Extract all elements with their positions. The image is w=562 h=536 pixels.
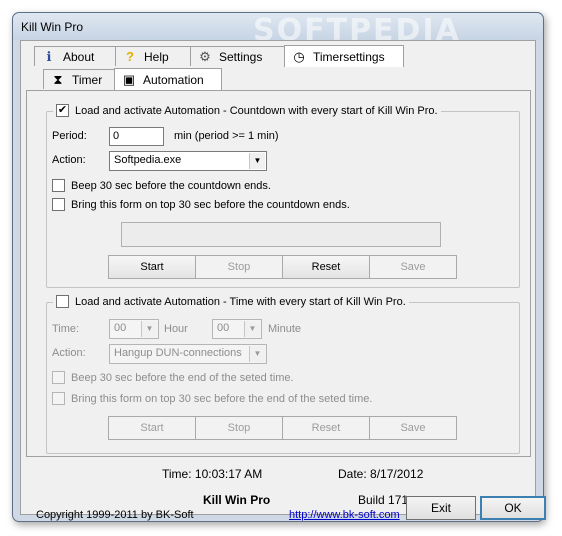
- time-buttons: Start Stop Reset Save: [108, 416, 457, 440]
- time-enable[interactable]: Load and activate Automation - Time with…: [53, 295, 409, 308]
- action2-select-value: Hangup DUN-connections: [114, 347, 242, 359]
- automation-icon: ▣: [122, 71, 136, 87]
- countdown-progress-bar: [121, 222, 441, 247]
- tab-automation[interactable]: ▣ Automation: [114, 68, 222, 90]
- time-group: Load and activate Automation - Time with…: [46, 295, 520, 454]
- stop-button[interactable]: Stop: [195, 255, 283, 279]
- window-title: Kill Win Pro: [21, 20, 84, 34]
- bring-on-top-checkbox[interactable]: [52, 198, 65, 211]
- footer-app-name: Kill Win Pro: [203, 493, 271, 507]
- beep-checkbox[interactable]: [52, 179, 65, 192]
- ok-button[interactable]: OK: [480, 496, 546, 520]
- minute-label: Minute: [268, 323, 302, 335]
- tab-help[interactable]: ? Help: [115, 46, 191, 66]
- tab-settings[interactable]: ⚙ Settings: [190, 46, 285, 66]
- hour-select-value: 00: [114, 322, 127, 334]
- save2-button[interactable]: Save: [369, 416, 457, 440]
- action-label: Action:: [52, 154, 86, 166]
- hour-select[interactable]: 00 ▼: [109, 319, 159, 339]
- client-area: ℹ About ? Help ⚙ Settings ◷ Timersetting…: [20, 40, 546, 521]
- build-number: Build 171: [358, 493, 409, 507]
- clock-icon: ◷: [293, 48, 305, 64]
- save-button[interactable]: Save: [369, 255, 457, 279]
- main-tabs: ℹ About ? Help ⚙ Settings ◷ Timersetting…: [34, 45, 404, 67]
- help-icon: ?: [126, 48, 134, 64]
- beep2-option[interactable]: Beep 30 sec before the end of the seted …: [52, 371, 294, 384]
- tab-timer[interactable]: ⧗ Timer: [43, 69, 115, 89]
- tab-automation-label: Automation: [143, 72, 204, 87]
- bring2-label: Bring this form on top 30 sec before the…: [71, 392, 373, 405]
- current-time: Time: 10:03:17 AM: [162, 467, 263, 481]
- chevron-down-icon[interactable]: ▼: [249, 346, 265, 362]
- exit-button[interactable]: Exit: [406, 496, 476, 520]
- action-select-value: Softpedia.exe: [114, 154, 182, 166]
- tab-about-label: About: [63, 49, 95, 64]
- minute-select[interactable]: 00 ▼: [212, 319, 262, 339]
- time-enable-label: Load and activate Automation - Time with…: [75, 295, 406, 308]
- time-label: Time:: [52, 323, 80, 335]
- countdown-group: ✔ Load and activate Automation - Countdo…: [46, 104, 520, 288]
- period-hint: min (period >= 1 min): [174, 130, 279, 142]
- start2-button[interactable]: Start: [108, 416, 196, 440]
- beep2-checkbox[interactable]: [52, 371, 65, 384]
- copyright: Copyright 1999-2011 by BK-Soft: [36, 509, 194, 521]
- tab-timer-label: Timer: [72, 72, 103, 87]
- reset-button[interactable]: Reset: [282, 255, 370, 279]
- beep2-label: Beep 30 sec before the end of the seted …: [71, 371, 294, 384]
- tab-about[interactable]: ℹ About: [34, 46, 116, 66]
- sub-tabs: ⧗ Timer ▣ Automation: [43, 68, 222, 90]
- countdown-enable[interactable]: ✔ Load and activate Automation - Countdo…: [53, 104, 441, 117]
- beep-label: Beep 30 sec before the countdown ends.: [71, 179, 271, 192]
- bring2-checkbox[interactable]: [52, 392, 65, 405]
- chevron-down-icon[interactable]: ▼: [141, 321, 157, 337]
- hourglass-icon: ⧗: [53, 71, 63, 87]
- bring2-option[interactable]: Bring this form on top 30 sec before the…: [52, 392, 372, 405]
- action2-select[interactable]: Hangup DUN-connections ▼: [109, 344, 267, 364]
- countdown-enable-label: Load and activate Automation - Countdown…: [75, 104, 438, 117]
- bring-on-top-option[interactable]: Bring this form on top 30 sec before the…: [52, 198, 350, 211]
- action2-label: Action:: [52, 347, 86, 359]
- period-label: Period:: [52, 130, 87, 142]
- tab-timersettings-label: Timersettings: [313, 49, 385, 64]
- countdown-buttons: Start Stop Reset Save: [108, 255, 457, 279]
- action-select[interactable]: Softpedia.exe ▼: [109, 151, 267, 171]
- tab-timersettings[interactable]: ◷ Timersettings: [284, 45, 404, 67]
- period-input[interactable]: 0: [109, 127, 164, 146]
- reset2-button[interactable]: Reset: [282, 416, 370, 440]
- automation-panel: ✔ Load and activate Automation - Countdo…: [26, 90, 531, 457]
- title-bar[interactable]: Kill Win Pro SOFTPEDIA: [13, 13, 543, 48]
- bring-on-top-label: Bring this form on top 30 sec before the…: [71, 198, 350, 211]
- time-enable-checkbox[interactable]: [56, 295, 69, 308]
- chevron-down-icon[interactable]: ▼: [249, 153, 265, 169]
- current-date: Date: 8/17/2012: [338, 467, 424, 481]
- tab-settings-label: Settings: [219, 49, 263, 64]
- info-icon: ℹ: [46, 48, 52, 64]
- hour-label: Hour: [164, 323, 188, 335]
- website-link[interactable]: http://www.bk-soft.com: [289, 509, 400, 521]
- beep-option[interactable]: Beep 30 sec before the countdown ends.: [52, 179, 271, 192]
- app-window: Kill Win Pro SOFTPEDIA ℹ About ? Help ⚙ …: [12, 12, 546, 522]
- countdown-enable-checkbox[interactable]: ✔: [56, 104, 69, 117]
- tab-help-label: Help: [144, 49, 169, 64]
- stop2-button[interactable]: Stop: [195, 416, 283, 440]
- minute-select-value: 00: [217, 322, 230, 334]
- chevron-down-icon[interactable]: ▼: [244, 321, 260, 337]
- settings-icon: ⚙: [199, 48, 211, 64]
- start-button[interactable]: Start: [108, 255, 196, 279]
